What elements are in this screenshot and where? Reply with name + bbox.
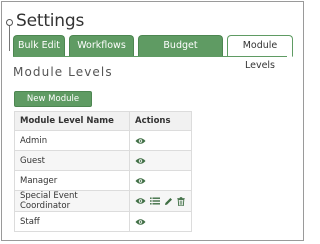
module-level-name: Special Event Coordinator [14, 190, 130, 212]
module-level-name: Staff [14, 211, 130, 232]
title-row: Settings [6, 10, 84, 32]
module-level-name: Manager [14, 170, 130, 191]
table-row: Manager [14, 170, 192, 191]
column-header-actions: Actions [129, 111, 192, 131]
table-row: Staff [14, 211, 192, 232]
tree-line [9, 26, 10, 51]
module-level-name: Admin [14, 130, 130, 151]
table-row: Guest [14, 150, 192, 171]
actions-cell [129, 211, 192, 232]
actions-cell [129, 150, 192, 171]
actions-cell [129, 190, 192, 212]
tab-module-levels[interactable]: Module Levels [227, 35, 293, 71]
tab-bulk-edit[interactable]: Bulk Edit [13, 35, 65, 56]
view-icon[interactable] [135, 218, 146, 226]
view-icon[interactable] [135, 197, 146, 205]
edit-icon[interactable] [164, 197, 173, 206]
new-module-level-button[interactable]: New Module Level [14, 91, 92, 119]
view-icon[interactable] [135, 157, 146, 165]
tab-budget-approvers[interactable]: Budget Approvers [138, 35, 223, 71]
module-levels-table: Module Level Name Actions Admin Guest Ma… [14, 111, 192, 232]
page-title: Settings [16, 11, 85, 31]
tab-divider [13, 56, 287, 57]
module-level-name: Guest [14, 150, 130, 171]
delete-icon[interactable] [177, 196, 185, 206]
list-icon[interactable] [150, 197, 160, 205]
column-header-name: Module Level Name [14, 111, 130, 131]
tree-node-icon [6, 18, 13, 26]
settings-window: Settings Bulk Edit Workflows Budget Appr… [1, 1, 304, 241]
actions-cell [129, 170, 192, 191]
table-row: Admin [14, 130, 192, 151]
table-row: Special Event Coordinator [14, 190, 192, 212]
section-title: Module Levels [13, 65, 113, 79]
view-icon[interactable] [135, 177, 146, 185]
table-header-row: Module Level Name Actions [14, 111, 192, 131]
view-icon[interactable] [135, 137, 146, 145]
actions-cell [129, 130, 192, 151]
settings-tabs: Bulk Edit Workflows Budget Approvers Mod… [13, 35, 293, 71]
tab-workflows[interactable]: Workflows [69, 35, 134, 56]
